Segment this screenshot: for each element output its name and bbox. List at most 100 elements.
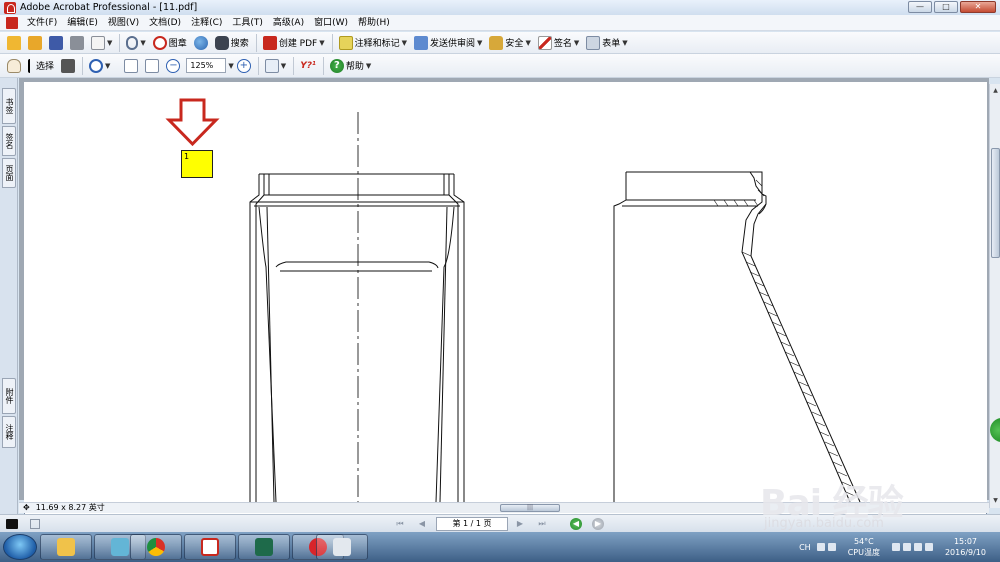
new-button[interactable] (4, 34, 24, 52)
help-icon: ? (329, 58, 344, 73)
taskbar-paint[interactable] (316, 534, 368, 560)
open-folder-icon (28, 35, 42, 50)
signal-icon[interactable] (891, 543, 900, 551)
menu-comments[interactable]: 注释(C) (186, 15, 227, 31)
menu-help[interactable]: 帮助(H) (353, 15, 395, 31)
flag-icon[interactable] (924, 543, 933, 551)
cpu-temp-widget[interactable]: 54°C CPU温度 (848, 536, 880, 558)
maximize-button[interactable]: □ (934, 1, 958, 13)
last-page-icon[interactable]: ⏭ (536, 518, 548, 530)
tab-pages[interactable]: 页面 (2, 158, 16, 188)
taskbar-autocad[interactable] (238, 534, 290, 560)
taskbar-chrome[interactable] (130, 534, 182, 560)
page-number-field[interactable]: 第 1 / 1 页 (436, 517, 508, 531)
hand-tool-button[interactable] (4, 57, 24, 75)
scroll-down-icon[interactable]: ▼ (991, 496, 1000, 505)
tab-signatures[interactable]: 签名 (2, 126, 16, 156)
fit-width-button[interactable] (142, 57, 162, 75)
taskbar-acrobat[interactable] (184, 534, 236, 560)
next-page-icon[interactable]: ▶ (514, 518, 526, 530)
menu-tools[interactable]: 工具(T) (227, 15, 268, 31)
fit-page-button[interactable] (121, 57, 141, 75)
volume-icon[interactable] (913, 543, 922, 551)
comment-icon (338, 35, 353, 50)
yhi-button[interactable]: Y?¹ (297, 57, 319, 75)
select-tool-button[interactable]: 选择 (25, 57, 57, 75)
print-button[interactable] (67, 34, 87, 52)
sticky-note-annotation[interactable]: 1 (181, 150, 213, 178)
actual-size-button[interactable] (24, 57, 987, 556)
network-icon[interactable] (902, 543, 911, 551)
vertical-scrollbar[interactable]: ▲ ▼ (989, 84, 1000, 508)
create-pdf-icon (262, 35, 277, 50)
menu-advanced[interactable]: 高级(A) (268, 15, 309, 31)
snapshot-button[interactable] (58, 57, 78, 75)
menu-edit[interactable]: 编辑(E) (62, 15, 103, 31)
attach-button[interactable]: ▼ (123, 34, 148, 52)
zoom-level-input[interactable]: 125% (186, 58, 227, 73)
pen-icon (537, 35, 552, 50)
tray-icon[interactable] (816, 543, 825, 551)
open-button[interactable] (25, 34, 45, 52)
pdf-page[interactable]: 1 (24, 82, 987, 502)
clock-time: 15:07 (953, 537, 978, 546)
note-text: 1 (184, 152, 190, 161)
horizontal-scroll-thumb[interactable]: ||| (500, 504, 560, 512)
binoculars-icon (214, 35, 229, 50)
document-menu-icon[interactable] (6, 16, 18, 29)
menu-view[interactable]: 视图(V) (103, 15, 144, 31)
close-button[interactable]: ✕ (960, 1, 996, 13)
forms-label: 表单 (602, 39, 621, 49)
taskbar-explorer[interactable] (40, 534, 92, 560)
web-button[interactable] (191, 34, 211, 52)
toolbar-separator (82, 56, 84, 75)
tab-bookmarks[interactable]: 书签 (2, 88, 16, 124)
stamp-icon (152, 35, 167, 50)
create-pdf-button[interactable]: 创建 PDF ▼ (260, 34, 328, 52)
start-button[interactable] (3, 534, 37, 560)
clock[interactable]: 15:07 2016/9/10 (945, 536, 986, 558)
minimize-button[interactable]: — (908, 1, 932, 13)
lock-icon (489, 35, 504, 50)
menu-document[interactable]: 文档(D) (144, 15, 186, 31)
zoom-in-button[interactable]: + (234, 57, 254, 75)
tab-attachments[interactable]: 附件 (2, 378, 16, 414)
zoom-tool-button[interactable]: ▼ (86, 57, 113, 75)
vertical-scroll-thumb[interactable] (991, 148, 1000, 258)
magnifier-icon (89, 58, 104, 73)
blue-app-icon (111, 538, 129, 556)
page-layout-icon (264, 58, 279, 73)
menu-file[interactable]: 文件(F) (22, 15, 62, 31)
tray-icon[interactable] (827, 543, 836, 551)
scroll-up-icon[interactable]: ▲ (991, 86, 1000, 95)
organizer-button[interactable]: ▼ (88, 34, 115, 52)
sign-button[interactable]: 签名 ▼ (535, 34, 582, 52)
menu-window[interactable]: 窗口(W) (309, 15, 353, 31)
panel-toggle-icon[interactable] (30, 519, 40, 529)
search-label: 搜索 (230, 39, 249, 49)
tab-comments[interactable]: 注释 (2, 416, 16, 448)
zoom-out-button[interactable]: − (163, 57, 183, 75)
forms-button[interactable]: 表单 ▼ (583, 34, 630, 52)
previous-view-icon[interactable]: ◀ (570, 518, 582, 530)
page-layout-button[interactable]: ▼ (262, 57, 289, 75)
acrobat-icon (201, 538, 219, 556)
yhi-label: Y?¹ (300, 60, 316, 71)
save-button[interactable] (46, 34, 66, 52)
windows-taskbar: CH 54°C CPU温度 15:07 2016/9/10 (0, 532, 1000, 562)
help-button[interactable]: ? 帮助 ▼ (327, 57, 374, 75)
chrome-icon (147, 538, 165, 556)
stamp-button[interactable]: 图章 (150, 34, 190, 52)
send-review-button[interactable]: 发送供审阅 ▼ (411, 34, 485, 52)
chevron-down-icon: ▼ (280, 61, 287, 70)
first-page-icon[interactable]: ⏮ (394, 518, 406, 530)
chevron-down-icon: ▼ (525, 38, 531, 47)
next-view-icon[interactable]: ▶ (592, 518, 604, 530)
security-button[interactable]: 安全 ▼ (486, 34, 533, 52)
language-indicator[interactable]: CH (799, 543, 811, 552)
folder-icon (57, 538, 75, 556)
previous-page-icon[interactable]: ◀ (416, 518, 428, 530)
options-icon[interactable] (6, 519, 18, 529)
comment-markup-button[interactable]: 注释和标记 ▼ (336, 34, 410, 52)
search-button[interactable]: 搜索 (212, 34, 252, 52)
